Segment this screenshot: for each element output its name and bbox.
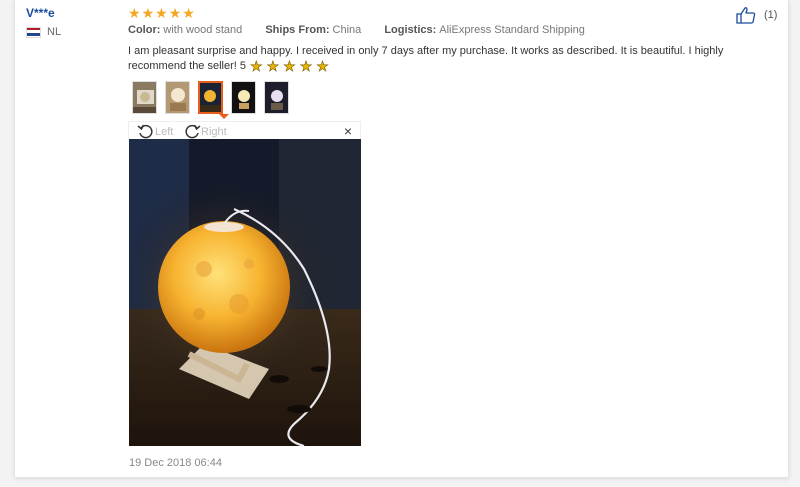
thumbs-up-icon — [736, 7, 756, 24]
star-icon: ★ — [250, 58, 263, 74]
review-image-thumbnail-selected[interactable] — [198, 81, 223, 114]
review-text: I am pleasant surprise and happy. I rece… — [128, 45, 724, 72]
star-icon: ★ — [316, 58, 329, 74]
star-icon: ★ — [182, 5, 195, 21]
review-date: 19 Dec 2018 06:44 — [129, 457, 222, 469]
country-code: NL — [47, 26, 62, 38]
star-icon: ★ — [283, 58, 296, 74]
star-icon: ★ — [155, 5, 168, 21]
likes-count: (1) — [764, 9, 778, 21]
review-image-large — [129, 139, 361, 446]
rotate-left-button[interactable]: Left — [137, 124, 173, 139]
rotate-left-icon — [137, 124, 153, 139]
reviewer-country: NL — [26, 26, 61, 38]
review-image-thumbnail[interactable] — [132, 81, 157, 114]
selected-thumbnail-indicator — [219, 114, 229, 119]
logistics-value: AliExpress Standard Shipping — [439, 24, 585, 36]
rotate-right-button[interactable]: Right — [183, 124, 227, 139]
logistics-label: Logistics: — [384, 24, 437, 36]
star-icon: ★ — [266, 58, 280, 74]
review-image-thumbnail[interactable] — [264, 81, 289, 114]
helpful-button[interactable]: (1) — [736, 6, 777, 24]
color-label: Color: — [128, 24, 161, 36]
ships-from-label: Ships From: — [265, 24, 330, 36]
ships-from-value: China — [332, 24, 362, 36]
rotate-left-label: Left — [155, 125, 174, 138]
inline-star-emojis: ★ ★ ★ ★ ★ — [250, 58, 329, 74]
review-image-thumbnail[interactable] — [231, 81, 256, 114]
reviewer-name: V***e — [26, 6, 55, 20]
star-icon: ★ — [128, 5, 141, 21]
rotate-right-label: Right — [201, 125, 227, 138]
image-viewer-toolbar: Left Right × — [128, 121, 361, 139]
star-icon: ★ — [299, 58, 313, 74]
star-icon: ★ — [168, 5, 182, 21]
star-icon: ★ — [141, 5, 155, 21]
review-image-thumbnail[interactable] — [165, 81, 190, 114]
close-viewer-button[interactable]: × — [344, 123, 352, 139]
review-text-block: I am pleasant surprise and happy. I rece… — [128, 44, 748, 74]
color-value: with wood stand — [163, 24, 243, 36]
netherlands-flag-icon — [26, 26, 41, 38]
review-meta: Color: with wood stand Ships From: China L… — [128, 24, 585, 36]
review-image-thumbnails — [132, 81, 289, 114]
rating-stars: ★ ★ ★ ★ ★ — [128, 6, 195, 20]
rotate-right-icon — [185, 124, 201, 139]
